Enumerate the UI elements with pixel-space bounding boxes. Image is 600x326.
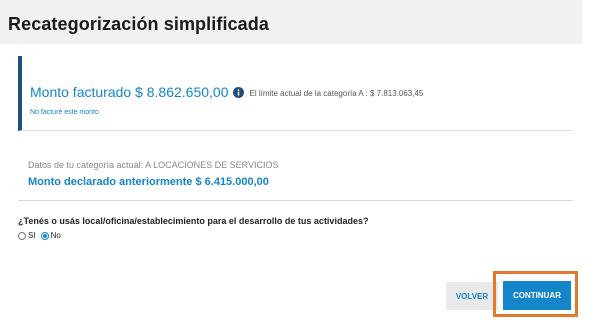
premises-question: ¿Tenés o usás local/oficina/establecimie… — [18, 216, 369, 226]
radio-no-label[interactable]: No — [51, 231, 61, 240]
section-divider — [18, 200, 573, 201]
continue-button[interactable]: CONTINUAR — [503, 281, 571, 310]
radio-si[interactable] — [18, 231, 26, 240]
premises-radio-group: SI No — [18, 231, 66, 240]
billing-amount-row: Monto facturado $ 8.862.650,00 El límite… — [30, 84, 423, 100]
billed-amount: Monto facturado $ 8.862.650,00 — [30, 84, 229, 100]
back-button[interactable]: VOLVER — [446, 282, 498, 310]
current-category-block: Datos de tu categoría actual: A LOCACION… — [28, 160, 278, 188]
current-category-text: Datos de tu categoría actual: A LOCACION… — [28, 160, 279, 170]
info-circle-icon[interactable] — [233, 86, 245, 98]
radio-no[interactable] — [40, 231, 49, 240]
page-header: Recategorización simplificada — [0, 0, 582, 44]
not-billed-link[interactable]: No facturé este monto — [30, 109, 99, 116]
page-title: Recategorización simplificada — [8, 14, 269, 34]
declared-amount: Monto declarado anteriormente $ 6.415.00… — [28, 176, 269, 188]
billing-card: Monto facturado $ 8.862.650,00 El límite… — [18, 56, 573, 131]
radio-si-label[interactable]: SI — [28, 231, 36, 240]
category-limit-text: El límite actual de la categoría A : $ 7… — [249, 88, 424, 98]
